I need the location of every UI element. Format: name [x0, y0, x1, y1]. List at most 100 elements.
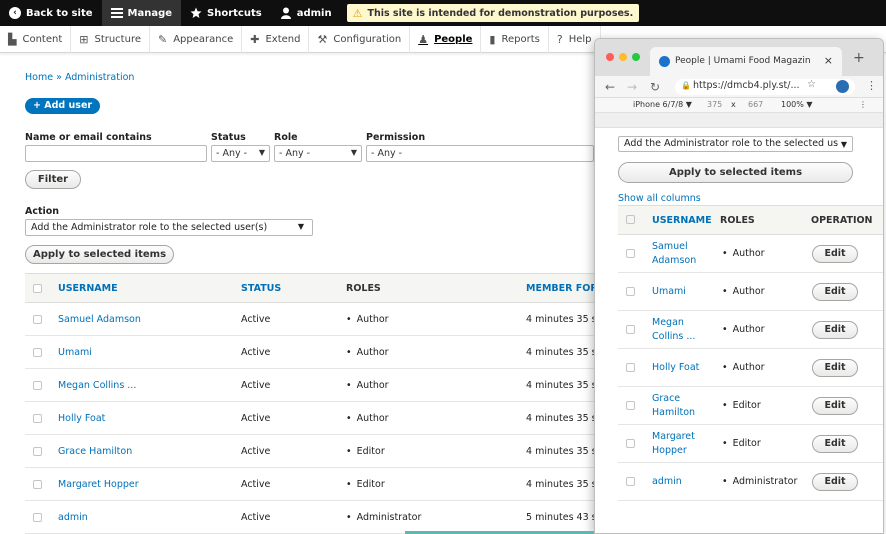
mobile-row-checkbox[interactable]	[626, 401, 635, 410]
status-header[interactable]: STATUS	[241, 283, 281, 294]
browser-tab-title: People | Umami Food Magazin	[675, 56, 811, 66]
warning-icon: ⚠	[352, 6, 363, 20]
zoom-select[interactable]: 100% ▼	[781, 100, 813, 109]
edit-button[interactable]: Edit	[812, 321, 858, 339]
file-icon: ▙	[8, 32, 17, 46]
member-for-cell: 4 minutes 35 se	[526, 446, 603, 457]
mobile-username-link[interactable]: Samuel Adamson	[652, 240, 696, 268]
username-link[interactable]: Grace Hamilton	[58, 446, 132, 457]
browser-tab[interactable]: People | Umami Food Magazin ×	[650, 47, 842, 76]
mobile-username-line1: admin	[652, 476, 682, 487]
shortcuts-tab[interactable]: Shortcuts	[181, 0, 271, 26]
action-select[interactable]: Add the Administrator role to the select…	[25, 219, 313, 236]
minimize-window-icon[interactable]	[619, 53, 627, 61]
filter-button[interactable]: Filter	[25, 170, 81, 189]
username-link[interactable]: Samuel Adamson	[58, 314, 141, 325]
mobile-table-row: admin Administrator Edit	[618, 463, 883, 501]
member-for-header[interactable]: MEMBER FOR	[526, 283, 598, 294]
row-checkbox[interactable]	[33, 348, 42, 357]
device-height[interactable]: 667	[748, 100, 763, 109]
tray-item-configuration[interactable]: ⚒ Configuration	[309, 25, 411, 53]
tray-item-reports[interactable]: ▮ Reports	[481, 25, 549, 53]
breadcrumb-administration[interactable]: Administration	[65, 72, 135, 83]
row-checkbox[interactable]	[33, 414, 42, 423]
browser-tab-bar: People | Umami Food Magazin × +	[595, 39, 883, 76]
bookmark-star-icon[interactable]: ☆	[807, 79, 816, 90]
status-filter-select[interactable]: - Any - ▼	[211, 145, 270, 162]
edit-button[interactable]: Edit	[812, 473, 858, 491]
reload-icon[interactable]: ↻	[650, 80, 660, 94]
tray-item-people[interactable]: ♟ People	[410, 25, 482, 53]
edit-button[interactable]: Edit	[812, 359, 858, 377]
edit-button[interactable]: Edit	[812, 283, 858, 301]
close-tab-icon[interactable]: ×	[824, 54, 833, 67]
manage-tab[interactable]: Manage	[101, 0, 182, 26]
mobile-apply-button[interactable]: Apply to selected items	[618, 162, 853, 183]
add-user-button[interactable]: + Add user	[25, 98, 101, 114]
row-checkbox[interactable]	[33, 513, 42, 522]
name-filter-input[interactable]	[25, 145, 207, 162]
row-checkbox[interactable]	[33, 447, 42, 456]
row-checkbox[interactable]	[33, 480, 42, 489]
maximize-window-icon[interactable]	[632, 53, 640, 61]
permission-filter-select[interactable]: - Any -	[366, 145, 594, 162]
username-link[interactable]: Megan Collins ...	[58, 380, 136, 391]
breadcrumb-home[interactable]: Home	[25, 72, 53, 83]
role-text: Author	[346, 413, 389, 424]
username-header[interactable]: USERNAME	[58, 283, 118, 294]
username-link[interactable]: Umami	[58, 347, 92, 358]
kebab-menu-icon[interactable]: ⋮	[866, 79, 877, 92]
mobile-row-checkbox[interactable]	[626, 287, 635, 296]
mobile-username-link[interactable]: Holly Foat	[652, 361, 699, 375]
tray-label: Reports	[501, 33, 540, 45]
mobile-row-checkbox[interactable]	[626, 439, 635, 448]
username-link[interactable]: Margaret Hopper	[58, 479, 139, 490]
back-to-site-link[interactable]: ‹ Back to site	[0, 0, 102, 26]
apply-selected-button[interactable]: Apply to selected items	[25, 245, 174, 264]
edit-button[interactable]: Edit	[812, 245, 858, 263]
role-filter-select[interactable]: - Any - ▼	[274, 145, 362, 162]
device-menu-icon[interactable]: ⋮	[859, 100, 867, 109]
profile-avatar[interactable]	[836, 80, 849, 93]
device-select[interactable]: iPhone 6/7/8 ▼	[633, 100, 692, 109]
device-width[interactable]: 375	[707, 100, 722, 109]
tray-item-structure[interactable]: ⊞ Structure	[71, 25, 150, 53]
select-all-checkbox[interactable]	[33, 284, 42, 293]
mobile-username-link[interactable]: Margaret Hopper	[652, 430, 695, 458]
forward-arrow-icon[interactable]: →	[627, 80, 637, 94]
username-link[interactable]: admin	[58, 512, 88, 523]
tray-item-help[interactable]: ? Help	[549, 25, 601, 53]
close-window-icon[interactable]	[606, 53, 614, 61]
mobile-username-link[interactable]: Grace Hamilton	[652, 392, 695, 420]
role-cell: Editor	[346, 446, 385, 457]
mobile-select-all-checkbox[interactable]	[626, 215, 635, 224]
mobile-row-checkbox[interactable]	[626, 249, 635, 258]
mobile-row-checkbox[interactable]	[626, 477, 635, 486]
mobile-username-link[interactable]: Megan Collins ...	[652, 316, 695, 344]
tray-item-appearance[interactable]: ✎ Appearance	[150, 25, 243, 53]
url-field[interactable]: 🔒 https://dmcb4.ply.st/...	[675, 79, 855, 95]
mobile-action-select[interactable]: Add the Administrator role to the select…	[618, 136, 853, 152]
puzzle-icon: ✚	[250, 32, 260, 46]
mobile-username-link[interactable]: admin	[652, 475, 682, 489]
tray-item-extend[interactable]: ✚ Extend	[242, 25, 310, 53]
row-checkbox[interactable]	[33, 381, 42, 390]
mobile-row-checkbox[interactable]	[626, 325, 635, 334]
row-checkbox[interactable]	[33, 315, 42, 324]
edit-button[interactable]: Edit	[812, 397, 858, 415]
edit-button[interactable]: Edit	[812, 435, 858, 453]
mobile-username-header[interactable]: USERNAME	[652, 215, 712, 226]
show-all-columns-link[interactable]: Show all columns	[618, 193, 701, 204]
user-tab[interactable]: admin	[271, 0, 341, 26]
username-link[interactable]: Holly Foat	[58, 413, 105, 424]
mobile-username-line1: Umami	[652, 286, 686, 297]
table-row: Grace Hamilton Active Editor 4 minutes 35 s…	[25, 435, 605, 468]
tray-item-content[interactable]: ▙ Content	[0, 25, 72, 53]
mobile-username-link[interactable]: Umami	[652, 285, 686, 299]
mobile-username-line1: Margaret	[652, 431, 695, 442]
mobile-role-text: Author	[722, 362, 765, 373]
back-arrow-icon[interactable]: ←	[605, 80, 615, 94]
new-tab-icon[interactable]: +	[853, 50, 865, 66]
permission-filter-value: - Any -	[371, 148, 403, 159]
mobile-row-checkbox[interactable]	[626, 363, 635, 372]
